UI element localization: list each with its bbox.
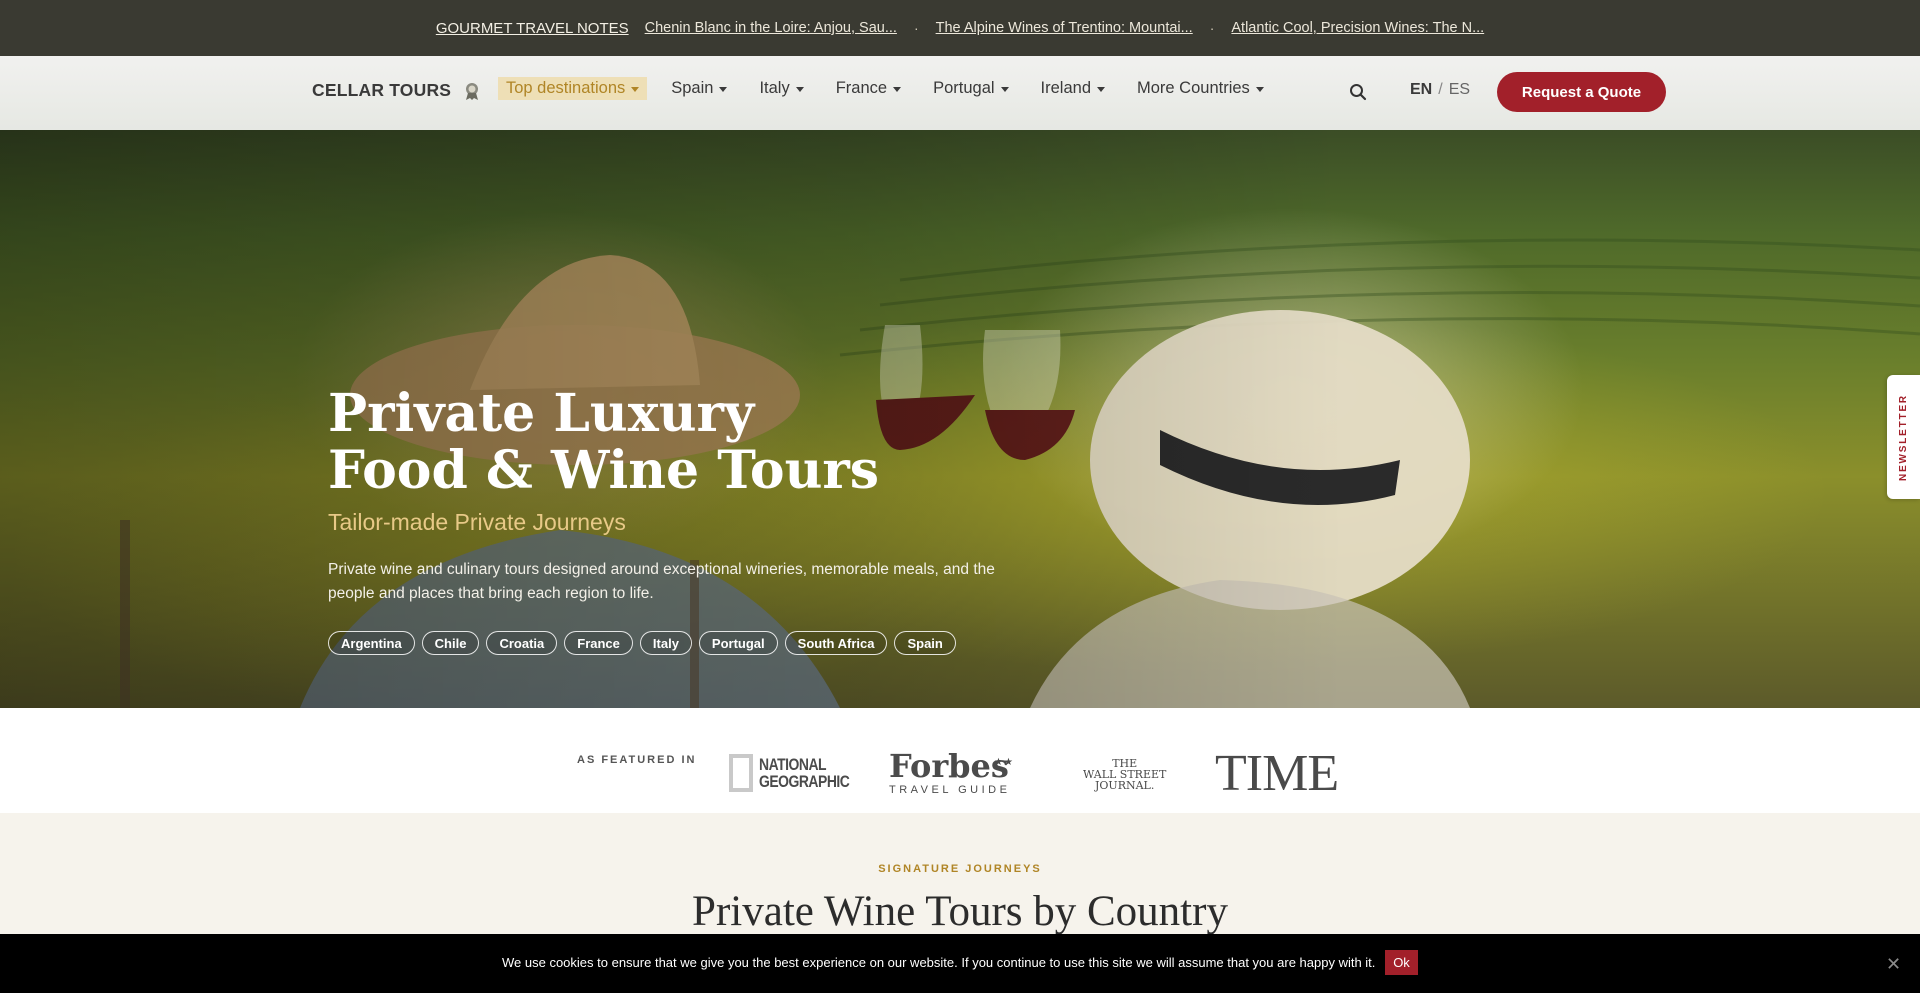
chevron-down-icon xyxy=(1255,87,1264,92)
forbes-stars-icon: ★★ xyxy=(994,757,1014,768)
notes-link-1[interactable]: Chenin Blanc in the Loire: Anjou, Sau... xyxy=(645,20,897,36)
hero-overlay xyxy=(0,130,1920,708)
notes-separator: · xyxy=(1209,20,1215,36)
forbes-subtitle: TRAVEL GUIDE xyxy=(889,784,1011,796)
lang-separator: / xyxy=(1438,81,1443,98)
chevron-down-icon xyxy=(893,87,902,92)
natgeo-wordmark: NATIONAL GEOGRAPHIC xyxy=(759,755,850,791)
request-quote-button[interactable]: Request a Quote xyxy=(1497,72,1666,112)
country-chip-spain[interactable]: Spain xyxy=(894,631,956,655)
section-heading: Private Wine Tours by Country xyxy=(692,888,1228,935)
forbes-travel-guide-logo: Forbes ★★ TRAVEL GUIDE xyxy=(889,747,1013,796)
country-chip-italy[interactable]: Italy xyxy=(639,631,692,655)
hero-title: Private Luxury Food & Wine Tours xyxy=(328,385,879,499)
cookie-ok-button[interactable]: Ok xyxy=(1385,950,1418,975)
nav-item-label: Ireland xyxy=(1040,79,1091,97)
chevron-down-icon xyxy=(719,87,728,92)
notes-link-2[interactable]: The Alpine Wines of Trentino: Mountai... xyxy=(936,20,1193,36)
gourmet-travel-notes-bar: GOURMET TRAVEL NOTES Chenin Blanc in the… xyxy=(0,0,1920,56)
section-kicker: SIGNATURE JOURNEYS xyxy=(878,863,1042,875)
hero-subtitle: Tailor-made Private Journeys xyxy=(328,509,626,535)
chevron-down-icon xyxy=(631,87,640,92)
hero-description: Private wine and culinary tours designed… xyxy=(328,561,995,602)
notes-bar-title[interactable]: GOURMET TRAVEL NOTES xyxy=(436,20,629,37)
wsj-line-3: JOURNAL. xyxy=(1095,779,1155,792)
country-chip-chile[interactable]: Chile xyxy=(421,631,480,655)
hero-title-line-1: Private Luxury xyxy=(328,383,755,444)
nav-item-label: Top destinations xyxy=(506,79,626,97)
close-icon[interactable]: ✕ xyxy=(1886,955,1901,973)
forbes-wordmark: Forbes xyxy=(889,747,1009,785)
main-navigation: CELLAR TOURS Top destinations Spain Ital… xyxy=(0,56,1920,130)
nav-menu: Top destinations Spain Italy France Port… xyxy=(498,77,1288,100)
notes-separator: · xyxy=(913,20,919,36)
nav-item-france[interactable]: France xyxy=(828,77,909,100)
nav-item-label: Italy xyxy=(759,79,790,97)
country-chip-south-africa[interactable]: South Africa xyxy=(784,631,888,655)
nav-item-label: More Countries xyxy=(1137,79,1250,97)
brand-logo[interactable]: CELLAR TOURS xyxy=(312,80,451,101)
country-chips: Argentina Chile Croatia France Italy Por… xyxy=(328,631,956,655)
chevron-down-icon xyxy=(1000,87,1009,92)
nav-item-label: Spain xyxy=(671,79,714,97)
nav-item-label: Portugal xyxy=(933,79,995,97)
cookie-consent-bar: We use cookies to ensure that we give yo… xyxy=(0,934,1920,993)
country-chip-argentina[interactable]: Argentina xyxy=(328,631,415,655)
nav-item-italy[interactable]: Italy xyxy=(751,77,811,100)
country-chip-france[interactable]: France xyxy=(564,631,633,655)
nav-item-spain[interactable]: Spain xyxy=(663,77,735,100)
notes-link-3[interactable]: Atlantic Cool, Precision Wines: The N... xyxy=(1231,20,1484,36)
newsletter-tab[interactable]: NEWSLETTER xyxy=(1887,375,1920,499)
chevron-down-icon xyxy=(1097,87,1105,92)
search-icon[interactable] xyxy=(1349,83,1367,101)
nav-item-top-destinations[interactable]: Top destinations xyxy=(498,77,648,100)
hero-title-line-2: Food & Wine Tours xyxy=(328,440,880,501)
lang-en-link[interactable]: EN xyxy=(1410,81,1432,98)
language-switcher: EN / ES xyxy=(1410,81,1470,99)
wall-street-journal-logo: THE WALL STREET JOURNAL. xyxy=(1083,758,1166,791)
hero-section: Private Luxury Food & Wine Tours Tailor-… xyxy=(0,130,1920,708)
featured-in-label: AS FEATURED IN xyxy=(577,754,697,766)
chevron-down-icon xyxy=(795,87,804,92)
award-badge-icon xyxy=(466,83,478,100)
nav-item-more-countries[interactable]: More Countries xyxy=(1129,77,1272,100)
featured-in-section: AS FEATURED IN NATIONAL GEOGRAPHIC Forbe… xyxy=(0,708,1920,813)
country-chip-croatia[interactable]: Croatia xyxy=(486,631,558,655)
nav-item-ireland[interactable]: Ireland xyxy=(1033,77,1113,100)
natgeo-line-2: GEOGRAPHIC xyxy=(759,772,850,791)
cookie-message: We use cookies to ensure that we give yo… xyxy=(502,955,1376,970)
time-logo: TIME xyxy=(1215,745,1339,802)
natgeo-line-1: NATIONAL xyxy=(759,755,827,774)
nav-item-label: France xyxy=(835,79,888,97)
newsletter-tab-label: NEWSLETTER xyxy=(1898,393,1910,481)
country-chip-portugal[interactable]: Portugal xyxy=(698,631,778,655)
national-geographic-logo: NATIONAL GEOGRAPHIC xyxy=(729,754,869,792)
lang-es-link[interactable]: ES xyxy=(1449,81,1470,98)
natgeo-frame-icon xyxy=(729,754,753,792)
nav-item-portugal[interactable]: Portugal xyxy=(925,77,1016,100)
